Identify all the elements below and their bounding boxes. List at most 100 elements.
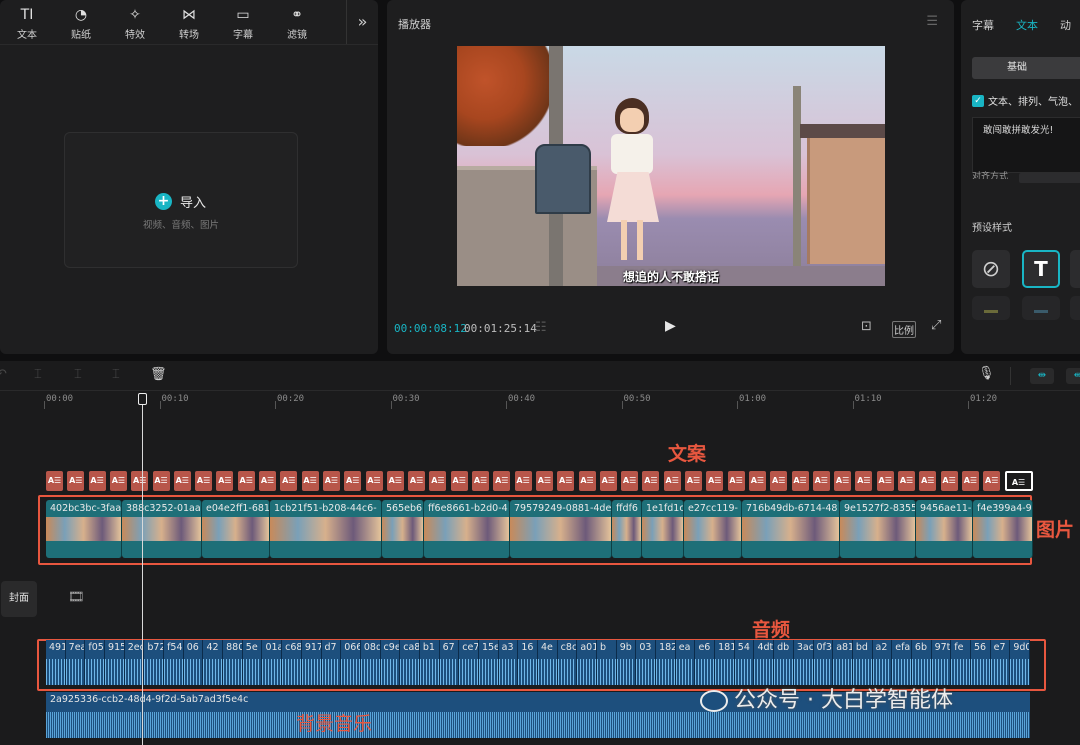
audio-clip[interactable]: 08d [360,640,381,685]
split-left-icon[interactable]: ⌶ [74,367,82,382]
audio-clip[interactable]: b1 [419,640,440,685]
inspector-tab[interactable]: 动 [1049,17,1080,33]
text-clip[interactable]: A☰ [535,471,553,491]
audio-clip[interactable]: ce74 [459,640,479,685]
split-icon[interactable]: ⌶ [34,367,42,382]
text-clip[interactable]: A☰ [770,471,788,491]
text-clip[interactable]: A☰ [514,471,532,491]
audio-clip[interactable]: 9b [616,640,637,685]
audio-clip[interactable]: 3ac [793,640,814,685]
import-dropzone[interactable]: + 导入 视频、音频、图片 [64,132,298,268]
text-clip[interactable]: A☰ [259,471,276,491]
image-clip[interactable]: 388c3252-01aa [122,500,202,558]
text-clip[interactable]: A☰ [876,471,894,491]
audio-clip[interactable]: 182 [656,640,676,685]
ratio-button[interactable]: 比例 [892,321,916,338]
text-style-3[interactable] [1070,250,1080,288]
text-clip[interactable]: A☰ [365,471,383,491]
text-clip[interactable]: A☰ [919,471,937,491]
microphone-icon[interactable]: 🎙 [978,366,995,381]
menu-icon[interactable]: ☰ [926,14,938,29]
text-clip[interactable]: A☰ [983,471,1001,491]
cover-button[interactable]: 封面 [1,581,37,617]
text-clip[interactable]: A☰ [173,471,191,491]
audio-clip[interactable]: 54 [734,640,755,685]
inspector-tab[interactable]: 字幕 [961,17,1005,33]
audio-clip[interactable]: b72 [144,640,165,685]
audio-clip[interactable]: efa [892,640,912,685]
text-clip[interactable]: A☰ [344,471,362,491]
audio-clip[interactable]: 01a [262,640,283,685]
audio-clip[interactable]: 066 [341,640,361,685]
text-clip[interactable]: A☰ [748,471,766,491]
text-clip[interactable]: A☰ [578,471,596,491]
audio-clip[interactable]: a3 [498,640,519,685]
text-clip[interactable]: A☰ [727,471,745,491]
audio-clip[interactable]: 6b [911,640,932,685]
image-clip[interactable]: 402bc3bc-3faa [46,500,122,558]
image-clip[interactable]: 716b49db-6714-48 [742,500,840,558]
tab-filters[interactable]: ⚭ 滤镜 [270,0,324,41]
image-clip[interactable]: 9e1527f2-8355 [840,500,916,558]
audio-clip[interactable]: 97t [931,640,952,685]
text-options-checkbox[interactable]: ✓ 文本、排列、气泡、 [972,93,1078,108]
text-clip[interactable]: A☰ [280,471,298,491]
audio-clip[interactable]: 15e [478,640,499,685]
text-clip[interactable]: A☰ [131,471,149,491]
audio-clip[interactable]: b [597,640,617,685]
text-clip[interactable]: A☰ [834,471,852,491]
inspector-tab[interactable]: 文本 [1005,17,1049,33]
focus-icon[interactable]: ⊡ [861,319,872,334]
audio-clip[interactable]: c8cc [557,640,578,685]
audio-clip[interactable]: 42 [203,640,224,685]
time-ruler[interactable]: 00:00 00:10 00:20 00:30 00:40 00:50 01:00 01:10… [44,391,1080,409]
audio-clip[interactable]: 4dt [754,640,775,685]
tab-text[interactable]: TI 文本 [0,0,54,41]
text-clip[interactable]: A☰ [685,471,702,491]
text-clip[interactable]: A☰ [472,471,489,491]
text-clip[interactable]: A☰ [621,471,639,491]
text-style-4[interactable] [972,296,1010,320]
audio-clip[interactable]: f05 [85,640,106,685]
image-clip[interactable]: e04e2ff1-681 [202,500,270,558]
image-clip[interactable]: 1e1fd1c [642,500,684,558]
text-clip[interactable]: A☰ [642,471,660,491]
audio-clip[interactable]: 491 [46,640,66,685]
audio-clip[interactable]: e6 [695,640,716,685]
text-clip[interactable]: A☰ [408,471,426,491]
image-clip[interactable]: ffdf6 [612,500,642,558]
playhead[interactable] [138,393,147,745]
audio-clip[interactable]: 880 [223,640,243,685]
image-clip[interactable]: 79579249-0881-4de [510,500,612,558]
text-clip[interactable]: A☰ [961,471,979,491]
text-content-field[interactable]: 敢闯敢拼敢发光! [972,117,1080,173]
audio-clip[interactable]: 0f3 [813,640,834,685]
tab-effects[interactable]: ✧ 特效 [108,0,162,41]
text-clip[interactable]: A☰ [237,471,255,491]
audio-clip[interactable]: fe [951,640,971,685]
text-style-default[interactable]: T [1022,250,1060,288]
text-clip[interactable]: A☰ [152,471,170,491]
audio-clip[interactable]: c68 [282,640,302,685]
video-preview[interactable]: 想追的人不敢搭话 [457,46,885,286]
tab-sticker[interactable]: ◔ 贴纸 [54,0,108,41]
image-clip[interactable]: 565eb6 [382,500,424,558]
text-clip[interactable]: A☰ [940,471,958,491]
image-clip[interactable]: 9456ae11- [916,500,973,558]
audio-clip[interactable]: bd [852,640,873,685]
text-clip[interactable]: A☰ [812,471,830,491]
playhead-handle[interactable] [138,393,147,405]
text-clip[interactable]: A☰ [898,471,915,491]
fullscreen-icon[interactable]: ⤢ [931,318,941,333]
split-right-icon[interactable]: ⌶ [112,367,120,382]
audio-clip[interactable]: ca8 [400,640,420,685]
text-style-6[interactable] [1070,296,1080,320]
text-clip[interactable]: A☰ [67,471,85,491]
text-clip[interactable]: A☰ [791,471,809,491]
text-clip[interactable]: A☰ [1004,471,1033,491]
import-button[interactable]: + 导入 [155,192,206,211]
audio-clip[interactable]: 7ea [65,640,86,685]
audio-clip[interactable]: 917 [301,640,322,685]
audio-clip[interactable]: 03 [636,640,657,685]
text-clip[interactable]: A☰ [195,471,213,491]
